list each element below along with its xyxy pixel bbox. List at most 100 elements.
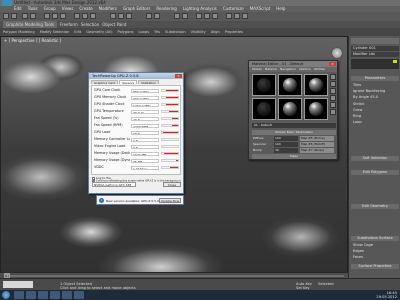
3dsmax-task-icon[interactable] bbox=[50, 291, 60, 299]
move-icon[interactable] bbox=[74, 13, 80, 19]
rollout-maps[interactable]: Maps bbox=[252, 154, 336, 159]
material-name-field[interactable]: 01 - Default bbox=[252, 123, 336, 128]
check-tiles[interactable]: Tiles bbox=[351, 83, 399, 88]
rollout-subdivision-surface[interactable]: Subdivision Surface bbox=[351, 236, 399, 241]
ring-button[interactable]: Ring bbox=[351, 114, 399, 119]
unlink-icon[interactable] bbox=[30, 13, 36, 19]
ribbon-modify-selection[interactable]: Modify Selection bbox=[40, 28, 70, 36]
skype-task-icon[interactable] bbox=[74, 291, 84, 299]
tab-validation[interactable]: Validation bbox=[138, 80, 159, 85]
object-name-field[interactable]: Cylinder 001 bbox=[351, 46, 399, 51]
selected-dropdown[interactable]: Selected bbox=[318, 282, 334, 286]
card-select-dropdown[interactable]: NVIDIA GeForce GTX 465 bbox=[92, 182, 136, 187]
me-menu-modes[interactable]: Modes bbox=[252, 67, 262, 72]
tab-object-paint[interactable]: Object Paint bbox=[102, 21, 126, 28]
material-editor-title-bar[interactable]: Material Editor - 01 - Default ✕ bbox=[249, 61, 337, 67]
explorer-task-icon[interactable] bbox=[14, 291, 24, 299]
gpuz-title-bar[interactable]: TechPowerUp GPU-Z 0.5.8 ✕ bbox=[89, 73, 183, 79]
ribbon-align[interactable]: Align bbox=[211, 28, 220, 36]
select-icon[interactable] bbox=[44, 13, 50, 19]
options-icon[interactable] bbox=[330, 109, 336, 115]
rollout-parameters[interactable]: Parameters bbox=[351, 76, 399, 81]
rendered-frame-icon[interactable] bbox=[234, 13, 240, 19]
param-amount[interactable]: 100 bbox=[274, 142, 298, 147]
select-by-name-icon[interactable] bbox=[52, 13, 58, 19]
tab-graphite-modeling[interactable]: Graphite Modeling Tools bbox=[3, 21, 58, 28]
sample-slot[interactable] bbox=[304, 98, 328, 120]
start-button-icon[interactable] bbox=[2, 291, 10, 299]
render-icon[interactable] bbox=[242, 13, 248, 19]
media-player-task-icon[interactable] bbox=[38, 291, 48, 299]
percent-snap-icon[interactable] bbox=[126, 13, 132, 19]
curve-editor-icon[interactable] bbox=[196, 13, 202, 19]
sensor-value[interactable]: 70.0 °C bbox=[131, 109, 159, 114]
redo-icon[interactable] bbox=[11, 13, 17, 19]
me-menu-utilities[interactable]: Utilities bbox=[314, 67, 325, 72]
param-amount[interactable]: 30 bbox=[274, 148, 298, 153]
ribbon-properties[interactable]: Properties bbox=[225, 28, 243, 36]
radio-show-cage[interactable]: Show Cage bbox=[351, 243, 399, 248]
gpuz-close-button[interactable]: Close bbox=[163, 182, 181, 187]
sample-slot[interactable] bbox=[304, 74, 328, 96]
sensor-value[interactable]: 0 % bbox=[131, 137, 159, 142]
background-icon[interactable] bbox=[330, 88, 336, 94]
sensor-value[interactable]: 40 % bbox=[131, 116, 159, 121]
tab-freeform[interactable]: Freeform bbox=[60, 21, 78, 28]
modifier-stack[interactable] bbox=[351, 59, 399, 69]
radio-edges[interactable]: Edges bbox=[351, 249, 399, 254]
check-by-angle[interactable]: By Angle 45.0 bbox=[351, 95, 399, 100]
layer-manager-icon[interactable] bbox=[174, 13, 180, 19]
gpuz-close-icon[interactable]: ✕ bbox=[175, 74, 182, 78]
mirror-icon[interactable] bbox=[146, 13, 152, 19]
align-icon[interactable] bbox=[154, 13, 160, 19]
sensor-value[interactable]: 1760.0 MHz bbox=[131, 102, 159, 107]
tab-sensors[interactable]: Sensors bbox=[119, 80, 138, 85]
modifier-list-dropdown[interactable]: Modifier List bbox=[351, 52, 399, 57]
render-setup-icon[interactable] bbox=[226, 13, 232, 19]
viewport-label[interactable]: + [ Perspective ] [ Realistic ] bbox=[4, 38, 61, 43]
browser-task-icon[interactable] bbox=[26, 291, 36, 299]
tab-selection[interactable]: Selection bbox=[81, 21, 99, 28]
rollout-edit-polygons[interactable]: Edit Polygons bbox=[351, 170, 399, 175]
graphite-toggle-icon[interactable] bbox=[182, 13, 188, 19]
gpuz-task-icon[interactable] bbox=[62, 291, 72, 299]
angle-snap-icon[interactable] bbox=[118, 13, 124, 19]
viewcube-icon[interactable] bbox=[331, 47, 343, 59]
shrink-button[interactable]: Shrink bbox=[351, 102, 399, 107]
rotate-icon[interactable] bbox=[82, 13, 88, 19]
snap-icon[interactable] bbox=[110, 13, 116, 19]
material-editor-close-icon[interactable]: ✕ bbox=[329, 62, 336, 66]
param-amount[interactable]: 100 bbox=[274, 136, 298, 141]
rollout-soft-selection[interactable]: Soft Selection bbox=[351, 156, 399, 161]
sensor-value[interactable]: 0 % bbox=[131, 144, 159, 149]
ribbon-edit[interactable]: Edit bbox=[74, 28, 81, 36]
sample-type-icon[interactable] bbox=[330, 74, 336, 80]
loop-button[interactable]: Loop bbox=[351, 120, 399, 125]
ribbon-loops[interactable]: Loops bbox=[139, 28, 150, 36]
command-panel-tabs[interactable] bbox=[351, 38, 399, 44]
ribbon-polygons[interactable]: Polygons bbox=[118, 28, 134, 36]
video-check-icon[interactable] bbox=[330, 102, 336, 108]
scale-icon[interactable] bbox=[90, 13, 96, 19]
maxscript-listener[interactable] bbox=[3, 281, 33, 288]
backlight-icon[interactable] bbox=[330, 81, 336, 87]
param-map-button[interactable]: Map #6 (Falloff) bbox=[300, 142, 334, 147]
uv-tiling-icon[interactable] bbox=[330, 95, 336, 101]
sensor-value[interactable]: 2400 RPM bbox=[131, 123, 159, 128]
radio-faces[interactable]: Faces bbox=[351, 255, 399, 260]
sensor-value[interactable]: 1024 MB bbox=[131, 151, 159, 156]
me-menu-navigation[interactable]: Navigation bbox=[280, 67, 296, 72]
object-color-swatch[interactable] bbox=[393, 60, 397, 63]
tab-graphics-card[interactable]: Graphics Card bbox=[91, 80, 119, 85]
ribbon-visibility[interactable]: Visibility bbox=[191, 28, 206, 36]
sample-slot[interactable] bbox=[252, 74, 276, 96]
sample-slot[interactable] bbox=[278, 98, 302, 120]
sample-slot[interactable] bbox=[278, 74, 302, 96]
ribbon-subdivision[interactable]: Subdivision bbox=[165, 28, 186, 36]
sensor-value[interactable]: 99 % bbox=[131, 130, 159, 135]
me-menu-material[interactable]: Material bbox=[265, 67, 277, 72]
param-map-button[interactable]: Map #7 (Noise) bbox=[300, 148, 334, 153]
sensor-value[interactable]: 880.0 MHz bbox=[131, 88, 159, 93]
ribbon-polygon-modeling[interactable]: Polygon Modeling bbox=[3, 28, 35, 36]
me-menu-options[interactable]: Options bbox=[299, 67, 311, 72]
